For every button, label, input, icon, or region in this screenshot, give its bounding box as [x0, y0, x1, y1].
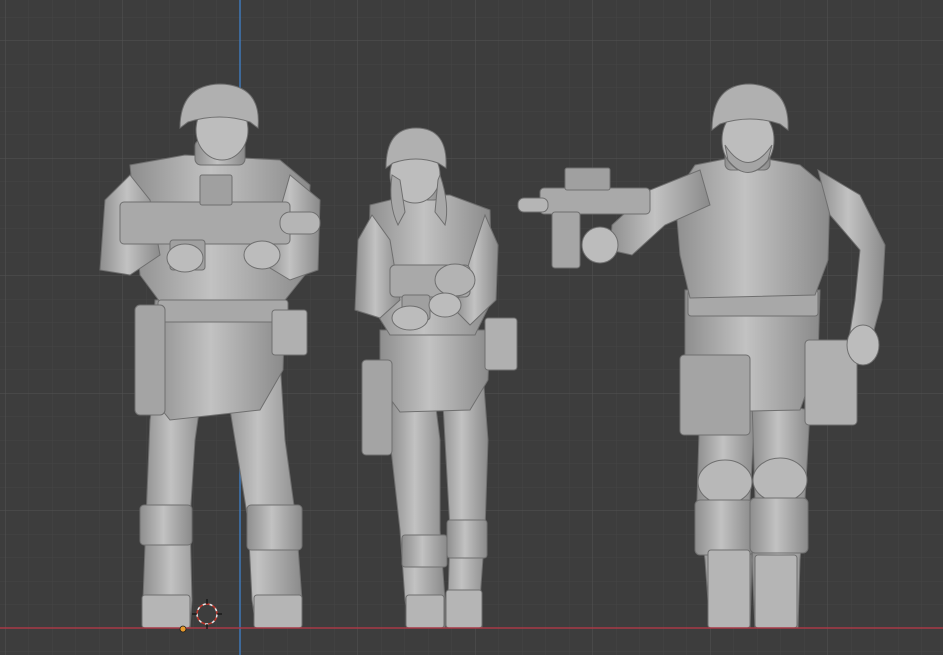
origin-point-icon [179, 625, 187, 633]
viewport-canvas[interactable] [0, 0, 943, 655]
3d-viewport[interactable] [0, 0, 943, 655]
